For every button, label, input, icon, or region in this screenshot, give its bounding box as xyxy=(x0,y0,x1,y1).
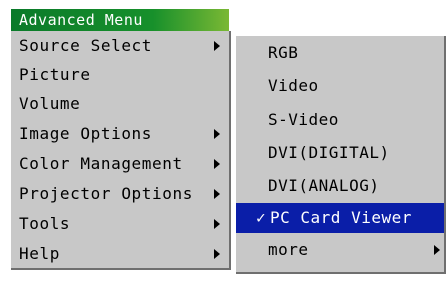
menu-item-image-options[interactable]: Image Options xyxy=(11,119,229,148)
main-menu: Source Select Picture Volume Image Optio… xyxy=(11,31,231,270)
menu-item-source-select[interactable]: Source Select xyxy=(11,31,229,60)
menu-item-label: Picture xyxy=(19,65,91,84)
submenu-item-label: Video xyxy=(268,76,319,95)
menu-title: Advanced Menu xyxy=(11,9,229,31)
submenu-item-more[interactable]: more xyxy=(236,235,444,265)
menu-item-label: Source Select xyxy=(19,36,153,55)
submenu-arrow-icon xyxy=(214,249,220,259)
submenu-item-video[interactable]: Video xyxy=(236,71,444,101)
menu-item-projector-options[interactable]: Projector Options xyxy=(11,179,229,208)
menu-item-label: Volume xyxy=(19,94,81,113)
submenu-arrow-icon xyxy=(434,245,440,255)
submenu-item-dvi-digital[interactable]: DVI(DIGITAL) xyxy=(236,138,444,168)
menu-item-help[interactable]: Help xyxy=(11,239,229,268)
menu-item-label: Tools xyxy=(19,214,71,233)
submenu-arrow-icon xyxy=(214,41,220,51)
checkmark-icon: ✓ xyxy=(256,208,267,227)
menu-item-tools[interactable]: Tools xyxy=(11,209,229,238)
menu-item-volume[interactable]: Volume xyxy=(11,89,229,118)
submenu-arrow-icon xyxy=(214,129,220,139)
submenu-item-label: more xyxy=(268,240,309,259)
menu-item-color-management[interactable]: Color Management xyxy=(11,149,229,178)
menu-item-label: Color Management xyxy=(19,154,183,173)
menu-item-label: Help xyxy=(19,244,60,263)
submenu-item-dvi-analog[interactable]: DVI(ANALOG) xyxy=(236,171,444,201)
submenu-item-label: S-Video xyxy=(268,110,339,129)
menu-item-picture[interactable]: Picture xyxy=(11,60,229,89)
source-select-submenu: RGB Video S-Video DVI(DIGITAL) DVI(ANALO… xyxy=(236,36,446,274)
submenu-item-rgb[interactable]: RGB xyxy=(236,38,444,68)
submenu-arrow-icon xyxy=(214,189,220,199)
menu-item-label: Projector Options xyxy=(19,184,193,203)
submenu-item-s-video[interactable]: S-Video xyxy=(236,105,444,135)
submenu-arrow-icon xyxy=(214,219,220,229)
submenu-item-label: RGB xyxy=(268,43,299,62)
submenu-item-label: DVI(DIGITAL) xyxy=(268,143,390,162)
submenu-item-label: PC Card Viewer xyxy=(270,208,412,227)
submenu-item-label: DVI(ANALOG) xyxy=(268,176,380,195)
submenu-arrow-icon xyxy=(214,159,220,169)
submenu-item-pc-card-viewer[interactable]: ✓ PC Card Viewer xyxy=(236,203,444,233)
menu-item-label: Image Options xyxy=(19,124,153,143)
